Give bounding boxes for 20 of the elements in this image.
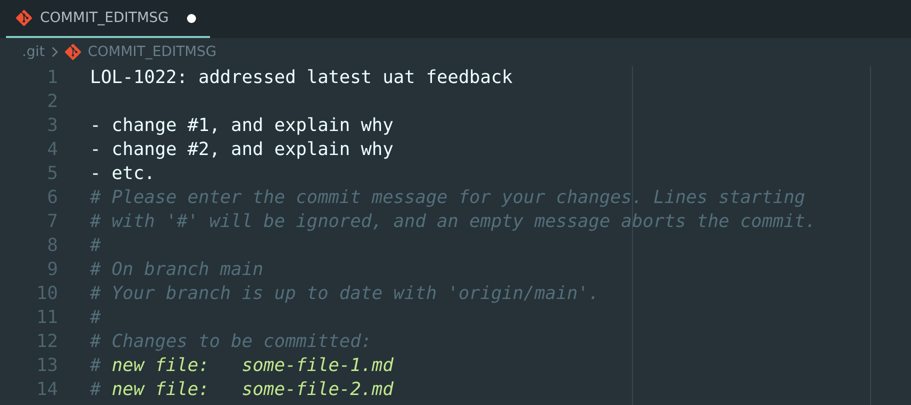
breadcrumb-item[interactable]: .git	[22, 44, 45, 60]
comment-line: # Your branch is up to date with 'origin/main'.	[90, 283, 600, 304]
comment-line: new file: some-file-2.md	[112, 379, 394, 400]
git-icon	[64, 44, 81, 60]
comment-marker: #	[90, 379, 101, 400]
chevron-icon	[50, 46, 59, 58]
comment-line: #	[90, 307, 101, 328]
comment-marker: #	[90, 355, 101, 376]
comment-line: new file: some-file-1.md	[112, 355, 394, 376]
comment-line: # with '#' will be ignored, and an empty message aborts the commit.	[90, 211, 816, 232]
breadcrumb-item[interactable]: COMMIT_EDITMSG	[64, 44, 216, 60]
comment-line: # Please enter the commit message for your changes. Lines starting	[90, 187, 806, 208]
comment-line: # Changes to be committed:	[90, 331, 372, 352]
code-line: - etc.	[90, 163, 156, 184]
comment-line: # On branch main	[90, 259, 264, 280]
comment-line: #	[90, 235, 101, 256]
code-line: - change #2, and explain why	[90, 139, 394, 160]
code-line: - change #1, and explain why	[90, 115, 394, 136]
git-icon	[16, 10, 32, 26]
code-line: LOL-1022: addressed latest uat feedback	[90, 67, 513, 88]
